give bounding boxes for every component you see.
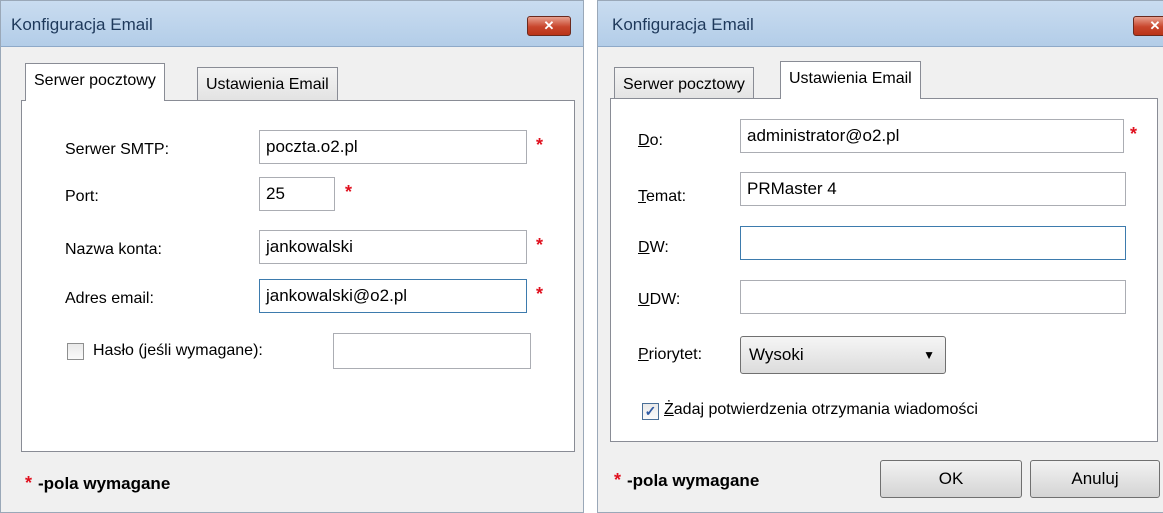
tab-mail-server[interactable]: Serwer pocztowy [614, 67, 754, 101]
email-config-dialog-left: Konfiguracja Email ✕ Serwer pocztowy Ust… [0, 0, 584, 513]
port-input[interactable]: 25 [259, 177, 335, 211]
title-bar: Konfiguracja Email ✕ [1, 1, 583, 47]
cancel-button[interactable]: Anuluj [1030, 460, 1160, 498]
read-receipt-checkbox[interactable]: ✓ [642, 403, 659, 420]
priority-value: Wysoki [749, 345, 804, 364]
close-icon: ✕ [1149, 18, 1161, 33]
email-address-label: Adres email: [65, 290, 154, 307]
required-fields-note: * -pola wymagane [25, 473, 170, 494]
port-label: Port: [65, 188, 99, 205]
close-button[interactable]: ✕ [527, 16, 571, 36]
bcc-label: UDW: [638, 291, 681, 308]
title-bar: Konfiguracja Email ✕ [598, 1, 1163, 47]
required-mark: * [1130, 124, 1138, 144]
password-input[interactable] [333, 333, 531, 369]
tab-mail-server[interactable]: Serwer pocztowy [25, 63, 165, 101]
required-fields-text: -pola wymagane [38, 474, 171, 493]
tab-email-settings[interactable]: Ustawienia Email [197, 67, 338, 101]
cc-input[interactable] [740, 226, 1126, 260]
to-input[interactable]: administrator@o2.pl [740, 119, 1124, 153]
chevron-down-icon: ▼ [923, 348, 935, 362]
required-mark: * [536, 135, 544, 155]
bcc-input[interactable] [740, 280, 1126, 314]
required-fields-text: -pola wymagane [627, 471, 760, 490]
priority-label: Priorytet: [638, 346, 703, 363]
password-required-checkbox[interactable] [67, 343, 84, 360]
ok-button[interactable]: OK [880, 460, 1022, 498]
subject-label: Temat: [638, 188, 687, 205]
close-button[interactable]: ✕ [1133, 16, 1163, 36]
required-mark: * [614, 470, 622, 490]
smtp-label: Serwer SMTP: [65, 141, 170, 158]
window-title: Konfiguracja Email [612, 15, 754, 34]
cc-label: DW: [638, 239, 669, 256]
password-label: Hasło (jeśli wymagane): [93, 342, 263, 359]
to-label: Do: [638, 132, 663, 149]
window-title: Konfiguracja Email [11, 15, 153, 34]
tab-email-settings[interactable]: Ustawienia Email [780, 61, 921, 99]
subject-input[interactable]: PRMaster 4 [740, 172, 1126, 206]
email-address-input[interactable]: jankowalski@o2.pl [259, 279, 527, 313]
email-config-dialog-right: Konfiguracja Email ✕ Serwer pocztowy Ust… [597, 0, 1163, 513]
account-name-label: Nazwa konta: [65, 241, 162, 258]
required-mark: * [345, 182, 353, 202]
read-receipt-label: Żadaj potwierdzenia otrzymania wiadomośc… [664, 401, 978, 418]
priority-select[interactable]: Wysoki ▼ [740, 336, 946, 374]
required-mark: * [25, 473, 33, 493]
account-name-input[interactable]: jankowalski [259, 230, 527, 264]
required-fields-note: * -pola wymagane [614, 470, 759, 491]
required-mark: * [536, 235, 544, 255]
required-mark: * [536, 284, 544, 304]
smtp-server-input[interactable]: poczta.o2.pl [259, 130, 527, 164]
close-icon: ✕ [543, 18, 555, 33]
